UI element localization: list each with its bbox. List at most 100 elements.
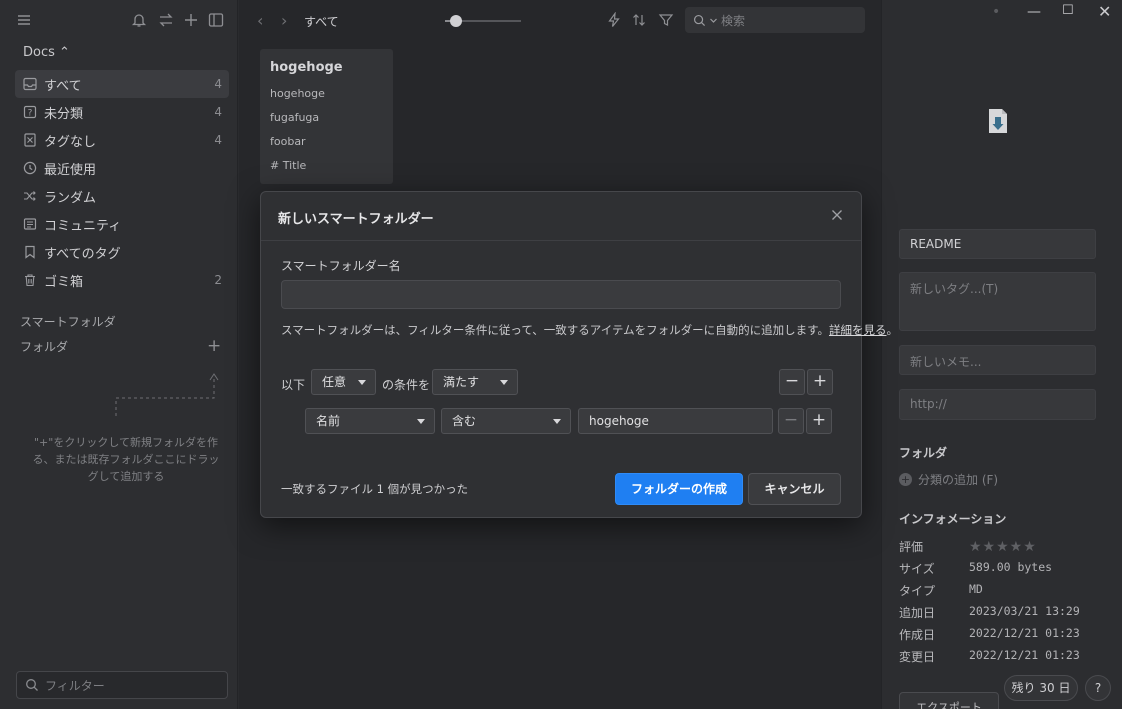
caret-down-icon: [417, 419, 425, 424]
sync-icon[interactable]: [157, 11, 175, 29]
info-key: 追加日: [899, 606, 936, 620]
info-row: 追加日 2023/03/21 13:29: [899, 604, 1099, 626]
folder-section-header[interactable]: フォルダ: [20, 338, 68, 355]
remove-rule-button[interactable]: −: [778, 408, 804, 434]
maximize-icon[interactable]: ☐: [1062, 3, 1074, 18]
main-toolbar: ‹ › すべて 検索: [239, 0, 881, 42]
sidebar-item-community[interactable]: コミュニティ: [15, 210, 229, 238]
description-text: スマートフォルダーは、フィルター条件に従って、一致するアイテムをフォルダーに自動…: [281, 323, 829, 337]
dialog-title: 新しいスマートフォルダー: [278, 212, 434, 227]
search-icon: [26, 679, 38, 691]
rule-field-value: 名前: [316, 414, 341, 428]
add-group-button[interactable]: +: [807, 369, 833, 395]
memo-field[interactable]: 新しいメモ...: [899, 345, 1096, 375]
chevron-down-icon: [710, 18, 717, 23]
sidebar-toolbar: [0, 0, 238, 42]
pin-icon[interactable]: •: [992, 4, 1000, 20]
export-button[interactable]: エクスポート: [899, 692, 999, 709]
inbox-icon: [22, 76, 38, 92]
search-placeholder: 検索: [721, 13, 746, 28]
info-row: 変更日 2022/12/21 01:23: [899, 648, 1099, 670]
zoom-slider[interactable]: [445, 15, 521, 27]
close-icon[interactable]: ✕: [1098, 2, 1111, 21]
sidebar-item-random[interactable]: ランダム: [15, 182, 229, 210]
dialog-header: 新しいスマートフォルダー: [261, 192, 861, 241]
sidebar-item-trash[interactable]: ゴミ箱 2: [15, 266, 229, 294]
sidebar-nav: すべて 4 ? 未分類 4 タグなし 4 最近使用 ランダム コミュニティ すべ…: [15, 70, 229, 294]
help-button[interactable]: ?: [1085, 675, 1111, 701]
info-value: MD: [969, 582, 983, 596]
match-mode-value: 任意: [322, 375, 347, 389]
sidebar-item-untagged[interactable]: タグなし 4: [15, 126, 229, 154]
clock-icon: [22, 160, 38, 176]
info-row-rating: 評価 ★★★★★: [899, 538, 1099, 560]
add-rule-button[interactable]: +: [806, 408, 832, 434]
trash-icon: [22, 272, 38, 288]
url-field[interactable]: http://: [899, 389, 1096, 420]
title-field[interactable]: README: [899, 229, 1096, 259]
dialog-description: スマートフォルダーは、フィルター条件に従って、一致するアイテムをフォルダーに自動…: [281, 322, 898, 338]
sidebar-item-all[interactable]: すべて 4: [15, 70, 229, 98]
smart-folder-name-input[interactable]: [281, 280, 841, 309]
search-input[interactable]: 検索: [685, 7, 865, 33]
card-title: hogehoge: [270, 60, 343, 75]
community-icon: [22, 216, 38, 232]
info-key: サイズ: [899, 562, 935, 576]
sidebar-toggle-icon[interactable]: [207, 11, 225, 29]
condition-prefix: 以下: [281, 378, 306, 392]
cancel-button[interactable]: キャンセル: [748, 473, 841, 505]
search-icon: [693, 14, 706, 26]
match-verb-select[interactable]: 満たす: [432, 369, 518, 395]
name-label: スマートフォルダー名: [281, 259, 401, 273]
item-count: 4: [214, 105, 222, 119]
rule-field-select[interactable]: 名前: [305, 408, 435, 434]
bookmark-icon: [22, 244, 38, 260]
item-count: 4: [214, 77, 222, 91]
menu-icon[interactable]: [15, 11, 33, 29]
filter-icon[interactable]: [658, 12, 674, 28]
create-folder-button[interactable]: フォルダーの作成: [615, 473, 743, 505]
forward-icon[interactable]: ›: [281, 11, 287, 30]
sidebar-item-label: 最近使用: [44, 162, 97, 178]
rule-operator-select[interactable]: 含む: [441, 408, 571, 434]
bolt-icon[interactable]: [606, 12, 622, 28]
add-folder-button[interactable]: +: [207, 336, 221, 356]
folder-label: フォルダ: [899, 446, 948, 460]
library-switcher[interactable]: Docs ⌃: [23, 45, 70, 60]
match-mode-select[interactable]: 任意: [311, 369, 376, 395]
sidebar-item-label: コミュニティ: [44, 218, 122, 234]
info-key: 評価: [899, 540, 924, 554]
rating-stars[interactable]: ★★★★★: [969, 539, 1037, 555]
sidebar-filter-input[interactable]: フィルター: [16, 671, 228, 699]
bell-icon[interactable]: [130, 11, 148, 29]
add-icon[interactable]: [182, 11, 200, 29]
sidebar-item-uncategorized[interactable]: ? 未分類 4: [15, 98, 229, 126]
sidebar: Docs ⌃ すべて 4 ? 未分類 4 タグなし 4 最近使用 ランダム コミ…: [0, 0, 238, 709]
card-line: foobar: [270, 135, 306, 148]
info-row: サイズ 589.00 bytes: [899, 560, 1099, 582]
card-line: # Title: [270, 159, 307, 172]
tags-field[interactable]: 新しいタグ...(T): [899, 272, 1096, 331]
info-value: 2023/03/21 13:29: [969, 604, 1080, 618]
minimize-icon[interactable]: —: [1027, 4, 1041, 20]
sidebar-item-label: タグなし: [44, 134, 97, 150]
file-thumbnail-icon: [989, 109, 1007, 133]
sidebar-item-recent[interactable]: 最近使用: [15, 154, 229, 182]
condition-mid: の条件を: [382, 378, 431, 392]
learn-more-link[interactable]: 詳細を見る: [829, 323, 887, 337]
dialog-close-icon[interactable]: [829, 207, 845, 223]
remove-group-button[interactable]: −: [779, 369, 805, 395]
info-key: 作成日: [899, 628, 936, 642]
document-card[interactable]: hogehoge hogehoge fugafuga foobar # Titl…: [260, 49, 393, 184]
add-category-button[interactable]: + 分類の追加 (F): [899, 471, 998, 488]
sort-icon[interactable]: [631, 12, 647, 28]
card-line: hogehoge: [270, 87, 325, 100]
trial-badge[interactable]: 残り 30 日: [1004, 675, 1078, 701]
description-end: 。: [886, 323, 898, 337]
sidebar-item-all-tags[interactable]: すべてのタグ: [15, 238, 229, 266]
info-key: 変更日: [899, 650, 936, 664]
rule-value-input[interactable]: hogehoge: [578, 408, 773, 434]
back-icon[interactable]: ‹: [257, 11, 263, 30]
zoom-slider-knob[interactable]: [450, 15, 462, 27]
smart-folder-section-header[interactable]: スマートフォルダ: [20, 313, 116, 330]
